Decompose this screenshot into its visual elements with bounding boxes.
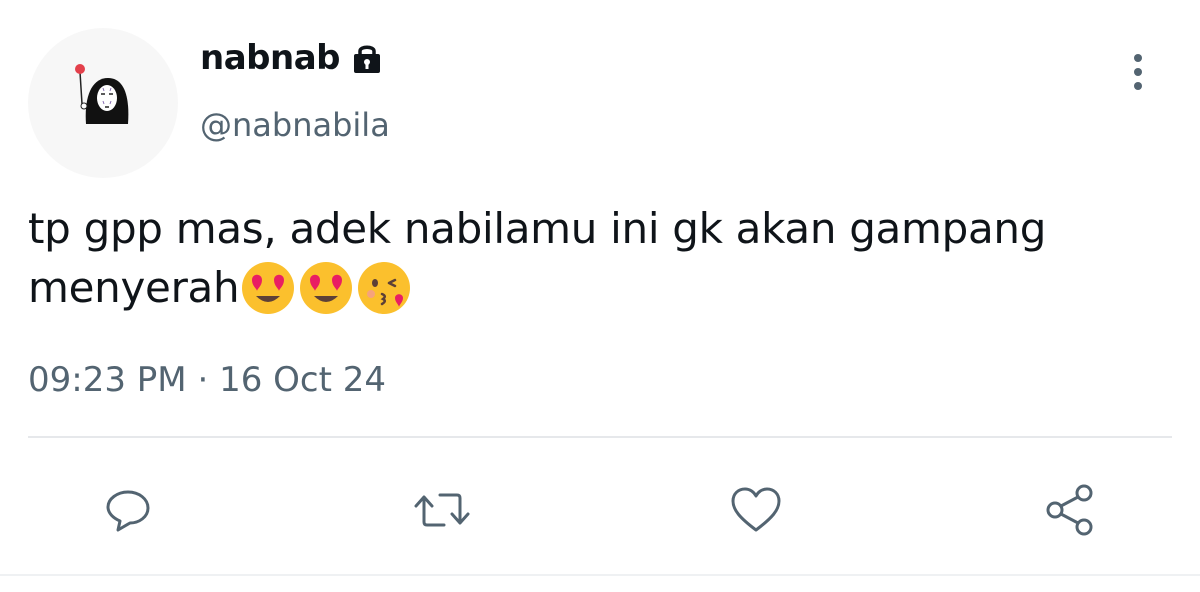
noface-avatar-icon (75, 64, 129, 124)
display-name[interactable]: nabnab (200, 38, 384, 78)
like-button[interactable] (726, 480, 786, 540)
retweet-icon (414, 493, 470, 527)
more-options-button[interactable] (1118, 48, 1158, 96)
heart-eyes-emoji-icon (242, 262, 295, 314)
retweet-button[interactable] (412, 480, 472, 540)
more-vertical-icon (1134, 54, 1142, 90)
share-icon (1046, 484, 1093, 536)
tweet-date: 16 Oct 24 (219, 360, 387, 400)
divider-bottom (0, 574, 1200, 576)
lock-icon (353, 45, 380, 73)
heart-eyes-emoji-icon (300, 262, 353, 314)
timestamp-separator: · (197, 360, 209, 400)
tweet-time: 09:23 PM (28, 360, 187, 400)
tweet-body: tp gpp mas, adek nabilamu ini gk akan ga… (28, 204, 1047, 312)
reply-icon (106, 490, 150, 532)
divider (28, 436, 1172, 438)
user-handle[interactable]: @nabnabila (200, 106, 390, 144)
share-button[interactable] (1040, 480, 1100, 540)
avatar[interactable] (28, 28, 178, 178)
reply-button[interactable] (98, 480, 158, 540)
tweet-text: tp gpp mas, adek nabilamu ini gk akan ga… (28, 200, 1188, 317)
kissing-wink-heart-emoji-icon (358, 262, 411, 314)
display-name-text: nabnab (200, 38, 340, 78)
tweet-timestamp[interactable]: 09:23 PM · 16 Oct 24 (28, 360, 386, 400)
like-icon (731, 487, 781, 532)
